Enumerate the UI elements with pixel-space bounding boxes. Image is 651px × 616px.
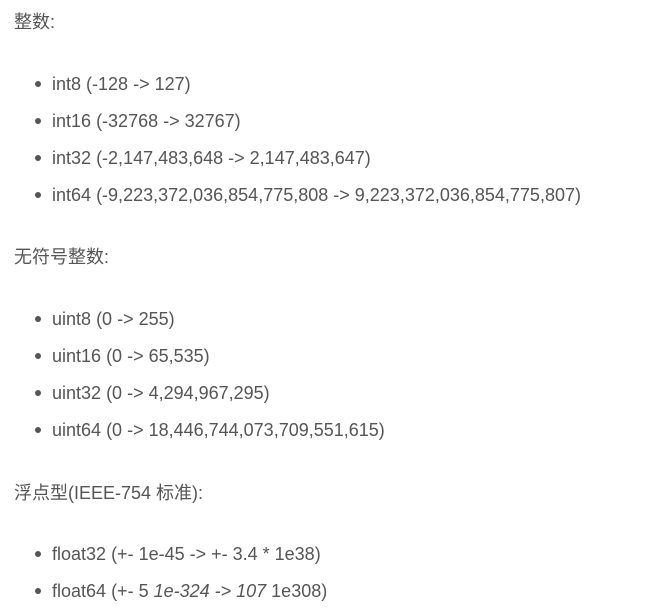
type-range-italic: 1e-324 -> 107 xyxy=(153,581,267,601)
list-item-text: int32 (-2,147,483,648 -> 2,147,483,647) xyxy=(52,146,371,170)
type-range: (-32768 -> 32767) xyxy=(96,111,241,131)
list-item-text: int64 (-9,223,372,036,854,775,808 -> 9,2… xyxy=(52,183,581,207)
bullet-icon xyxy=(35,551,41,557)
list-item-text: int16 (-32768 -> 32767) xyxy=(52,109,241,133)
type-range-prefix: (+- 5 xyxy=(111,581,154,601)
type-name: float64 xyxy=(52,581,107,601)
bullet-icon xyxy=(35,353,41,359)
list-item-text: float32 (+- 1e-45 -> +- 3.4 * 1e38) xyxy=(52,542,321,566)
type-range: (-2,147,483,648 -> 2,147,483,647) xyxy=(96,148,371,168)
list-item-text: uint16 (0 -> 65,535) xyxy=(52,344,210,368)
bullet-icon xyxy=(35,390,41,396)
bullet-icon xyxy=(35,192,41,198)
type-range: (0 -> 255) xyxy=(96,309,175,329)
type-name: uint64 xyxy=(52,420,102,440)
type-name: uint8 xyxy=(52,309,92,329)
type-name: uint16 xyxy=(52,346,102,366)
list-item-text: float64 (+- 5 1e-324 -> 107 1e308) xyxy=(52,579,327,603)
document: 整数: int8 (-128 -> 127) int16 (-32768 -> … xyxy=(0,0,651,616)
list-item-text: uint64 (0 -> 18,446,744,073,709,551,615) xyxy=(52,418,385,442)
type-name: int64 xyxy=(52,185,92,205)
type-range: (0 -> 4,294,967,295) xyxy=(106,383,270,403)
list-item-text: uint32 (0 -> 4,294,967,295) xyxy=(52,381,270,405)
type-range: (-128 -> 127) xyxy=(86,74,191,94)
type-range-suffix: 1e308) xyxy=(266,581,328,601)
bullet-icon xyxy=(35,118,41,124)
type-name: int16 xyxy=(52,111,92,131)
type-range: (0 -> 65,535) xyxy=(106,346,210,366)
bullet-icon xyxy=(35,81,41,87)
bullet-icon xyxy=(35,155,41,161)
list-item-text: int8 (-128 -> 127) xyxy=(52,72,191,96)
bullet-icon xyxy=(35,427,41,433)
section-heading-integers: 整数: xyxy=(14,12,56,32)
type-range: (0 -> 18,446,744,073,709,551,615) xyxy=(106,420,385,440)
type-name: int8 xyxy=(52,74,82,94)
list-item-text: uint8 (0 -> 255) xyxy=(52,307,175,331)
type-range: (-9,223,372,036,854,775,808 -> 9,223,372… xyxy=(96,185,581,205)
type-name: int32 xyxy=(52,148,92,168)
type-name: float32 xyxy=(52,544,107,564)
type-name: uint32 xyxy=(52,383,102,403)
type-range: (+- 1e-45 -> +- 3.4 * 1e38) xyxy=(111,544,321,564)
section-heading-unsigned-integers: 无符号整数: xyxy=(14,247,110,267)
section-heading-floating-point: 浮点型(IEEE-754 标准): xyxy=(14,483,204,503)
bullet-icon xyxy=(35,588,41,594)
bullet-icon xyxy=(35,316,41,322)
